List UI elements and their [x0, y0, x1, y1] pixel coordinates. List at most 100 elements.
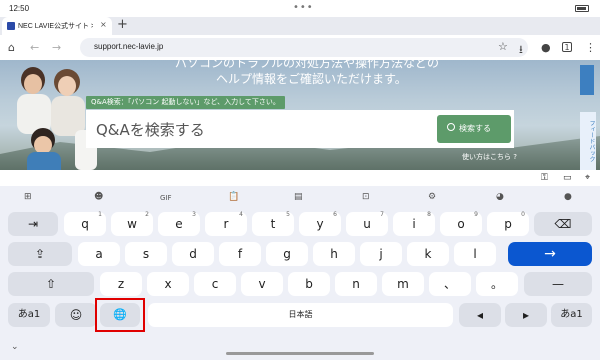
theme-palette-icon[interactable]: ◕ [496, 192, 504, 202]
key-t-sup: 5 [286, 211, 290, 218]
key-o-sup: 9 [474, 211, 478, 218]
key-y[interactable]: y6 [299, 211, 341, 236]
tab-key[interactable]: ⇥ [8, 212, 58, 236]
how-to-use-link[interactable]: 使い方はこちら ? [462, 152, 517, 162]
settings-gear-icon[interactable]: ⚙ [428, 192, 436, 202]
key-g[interactable]: g [266, 242, 308, 266]
web-page: パソコンのトラブルの対処方法や操作方法などの ヘルプ情報をご確認いただけます。 … [0, 60, 600, 170]
browser-tab[interactable]: NEC LAVIE公式サイト > サ × [2, 17, 112, 35]
enter-key[interactable]: → [508, 242, 592, 266]
search-button-label: 検索する [459, 124, 491, 133]
key-l[interactable]: l [454, 242, 496, 266]
forward-icon[interactable]: → [52, 41, 61, 54]
shift-key-left[interactable]: ⇧ [8, 272, 94, 296]
status-time: 12:50 [9, 4, 30, 13]
sticker-icon[interactable]: ☻ [94, 192, 103, 202]
key-e[interactable]: e3 [158, 211, 200, 236]
key-icon[interactable]: ⚿ [541, 173, 548, 183]
menu-icon[interactable]: ⋮ [585, 41, 596, 54]
key-k[interactable]: k [407, 242, 449, 266]
back-icon[interactable]: ← [30, 41, 39, 54]
key-u[interactable]: u7 [346, 211, 388, 236]
search-button[interactable]: 検索する [437, 115, 511, 143]
hero-text-line2: ヘルプ情報をご確認いただけます。 [216, 72, 407, 86]
key-w-sup: 2 [145, 211, 149, 218]
key-q-sup: 1 [98, 211, 102, 218]
home-icon[interactable]: ⌂ [8, 41, 15, 54]
clipboard-icon[interactable]: 📋 [228, 192, 239, 202]
key-z[interactable]: z [100, 272, 142, 296]
favicon-icon [7, 22, 15, 30]
key-period-jp[interactable]: 。 [476, 272, 518, 296]
key-v[interactable]: v [241, 272, 283, 296]
microphone-icon[interactable]: ● [541, 41, 551, 54]
text-edit-icon[interactable]: ⊡ [362, 192, 370, 202]
location-icon[interactable]: ⌖ [585, 173, 590, 183]
apps-grid-icon[interactable]: ⊞ [24, 192, 32, 202]
key-f[interactable]: f [219, 242, 261, 266]
key-long-dash[interactable]: — [524, 272, 592, 296]
key-i-label: i [412, 217, 416, 231]
gif-button[interactable]: GIF [160, 194, 172, 202]
tab-count-icon[interactable]: 1 [562, 42, 572, 52]
bookmark-star-icon[interactable]: ☆ [498, 40, 508, 53]
close-tab-icon[interactable]: × [100, 20, 107, 29]
key-i-sup: 8 [427, 211, 431, 218]
voice-mic-icon[interactable]: ● [564, 192, 572, 202]
key-h[interactable]: h [313, 242, 355, 266]
caps-key[interactable]: ⇪ [8, 242, 72, 266]
key-y-label: y [316, 217, 324, 231]
gesture-nav-handle[interactable] [226, 352, 374, 355]
key-u-sup: 7 [380, 211, 384, 218]
new-tab-button[interactable]: + [117, 17, 128, 32]
key-j[interactable]: j [360, 242, 402, 266]
download-icon[interactable]: ⭳ [519, 41, 523, 60]
key-o-label: o [457, 217, 465, 231]
key-o[interactable]: o9 [440, 211, 482, 236]
key-e-sup: 3 [192, 211, 196, 218]
key-n[interactable]: n [335, 272, 377, 296]
key-e-label: e [175, 217, 183, 231]
key-w-label: w [127, 217, 137, 231]
space-key[interactable]: 日本語 [148, 303, 453, 327]
mode-switch-key-left[interactable]: あa1 [8, 303, 50, 327]
key-p-sup: 0 [521, 211, 525, 218]
qa-search-box[interactable]: Q&Aを検索する 検索する [86, 110, 514, 148]
key-a[interactable]: a [78, 242, 120, 266]
feedback-tab[interactable]: フィードバック [580, 112, 596, 170]
search-hint-label: Q&A検索：「パソコン 起動しない」など、入力して下さい。 [86, 96, 285, 109]
side-tab-blue[interactable] [580, 65, 594, 95]
search-placeholder-text[interactable]: Q&Aを検索する [96, 119, 205, 140]
key-c[interactable]: c [194, 272, 236, 296]
cursor-right-key[interactable]: ▸ [505, 303, 547, 327]
cursor-left-key[interactable]: ◂ [459, 303, 501, 327]
key-s[interactable]: s [125, 242, 167, 266]
search-icon [447, 123, 455, 131]
tab-title: NEC LAVIE公式サイト > サ [18, 23, 93, 30]
mode-switch-key-right[interactable]: あa1 [551, 303, 592, 327]
one-hand-icon[interactable]: ▤ [294, 192, 303, 202]
key-r-label: r [223, 217, 229, 231]
key-r[interactable]: r4 [205, 211, 247, 236]
key-m[interactable]: m [382, 272, 424, 296]
key-q-label: q [81, 217, 89, 231]
key-b[interactable]: b [288, 272, 330, 296]
key-u-label: u [363, 217, 371, 231]
key-comma-jp[interactable]: 、 [429, 272, 471, 296]
url-text[interactable]: support.nec-lavie.jp [94, 42, 163, 51]
key-i[interactable]: i8 [393, 211, 435, 236]
key-w[interactable]: w2 [111, 211, 153, 236]
card-icon[interactable]: ▭ [563, 173, 572, 183]
key-p[interactable]: p0 [487, 211, 529, 236]
key-q[interactable]: q1 [64, 211, 106, 236]
backspace-key[interactable]: ⌫ [534, 212, 592, 236]
key-d[interactable]: d [172, 242, 214, 266]
globe-key-highlight [95, 298, 145, 332]
key-p-label: p [504, 217, 512, 231]
key-t[interactable]: t5 [252, 211, 294, 236]
emoji-key[interactable]: ☺ [55, 303, 97, 327]
key-r-sup: 4 [239, 211, 243, 218]
battery-icon [575, 5, 589, 12]
key-x[interactable]: x [147, 272, 189, 296]
keyboard-collapse-icon[interactable]: ⌄ [11, 342, 19, 352]
